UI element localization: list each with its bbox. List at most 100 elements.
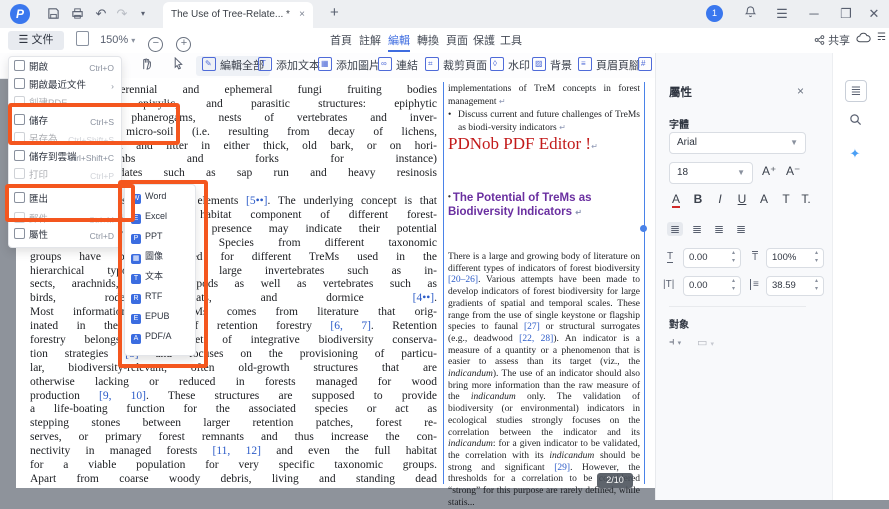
page-fit-icon[interactable] <box>76 31 89 46</box>
share-button[interactable]: 共享 <box>814 32 850 48</box>
word-spacing-input[interactable]: 0.00▴▾ <box>683 276 741 296</box>
bell-icon[interactable] <box>740 4 760 24</box>
document-line: hierarchical typology [3••]: large inver… <box>30 265 437 279</box>
print-icon[interactable] <box>68 5 86 23</box>
document-line: forestry belongs to a set of integrative… <box>30 334 437 348</box>
select-cursor-icon[interactable] <box>172 56 184 76</box>
underline-button[interactable]: U <box>733 192 751 206</box>
decrease-font-size-button[interactable]: A⁻ <box>786 164 800 178</box>
crop-icon: ⌗ <box>425 57 439 71</box>
document-line: inated in the context of retention fores… <box>30 320 437 334</box>
restore-window-icon[interactable]: ❐ <box>836 4 856 24</box>
page-number-badge: 2/10 <box>597 473 633 488</box>
print-file-icon <box>14 168 25 179</box>
properties-panel-icon[interactable]: ≣ <box>845 80 867 102</box>
inserted-watermark-text[interactable]: PDNob PDF Editor !↵ <box>448 134 598 154</box>
new-tab-button[interactable]: + <box>330 4 339 21</box>
tab-home[interactable]: 首頁 <box>330 32 352 48</box>
hamburger-menu-icon[interactable]: ☰ <box>772 4 792 24</box>
object-align-button[interactable]: ⫞ ▾ <box>669 336 681 349</box>
subscript-button[interactable]: T. <box>797 192 815 206</box>
properties-icon <box>14 228 25 239</box>
search-icon[interactable] <box>845 112 865 132</box>
menu-item-save-to-cloud[interactable]: 儲存到雲端Ctrl+Shift+C <box>14 150 114 166</box>
add-image-button[interactable]: ▦添加圖片 <box>318 56 380 76</box>
highlight-box-save <box>8 103 180 145</box>
menu-item-open[interactable]: 開啟Ctrl+O <box>14 60 114 76</box>
align-justify-button[interactable]: ≣ <box>733 222 749 236</box>
cloud-icon[interactable] <box>856 31 871 49</box>
document-right-column[interactable]: implementations of TreM concepts in fore… <box>448 84 640 135</box>
document-line: serves, or primary forest remnants and t… <box>30 431 437 445</box>
document-section-heading[interactable]: •The Potential of TreMs as Biodiversity … <box>448 190 648 220</box>
selection-handle[interactable] <box>640 225 647 232</box>
char-spacing-icon: T <box>667 251 673 263</box>
font-size-select[interactable]: 18▼ <box>669 162 753 184</box>
save-cloud-icon <box>14 150 25 161</box>
document-line: production [9, 10]. These structures are… <box>30 390 437 404</box>
watermark-button[interactable]: ◊水印 <box>490 56 530 76</box>
minimize-icon[interactable]: ─ <box>804 4 824 24</box>
text-anchor-dot: • <box>448 192 451 201</box>
document-line: Apart from coarse woody debris, living a… <box>30 473 437 487</box>
hand-tool-icon[interactable] <box>140 56 153 76</box>
pencil-icon: ✎ <box>202 57 216 71</box>
increase-font-size-button[interactable]: A⁺ <box>762 164 776 178</box>
font-color-button[interactable]: A <box>667 192 685 206</box>
italic-button[interactable]: I <box>711 192 729 206</box>
bold-button[interactable]: B <box>689 192 707 206</box>
menu-item-open-recent[interactable]: 開啟最近文件› <box>14 78 114 94</box>
menu-item-print[interactable]: 打印Ctrl+P <box>14 168 114 184</box>
horizontal-scale-input[interactable]: 100%▴▾ <box>766 248 824 268</box>
close-tab-icon[interactable]: × <box>299 2 305 28</box>
line-height-input[interactable]: 38.59▴▾ <box>766 276 824 296</box>
file-menu-button[interactable]: ☰ 文件 <box>8 31 64 50</box>
align-right-button[interactable]: ≣ <box>711 222 727 236</box>
zoom-out-icon[interactable]: − <box>148 37 163 52</box>
header-footer-button[interactable]: ≡頁眉頁腳 <box>578 56 640 76</box>
menu-item-properties[interactable]: 屬性Ctrl+D <box>14 228 114 244</box>
document-line: otherwise lacking or reduced in forests … <box>30 376 437 390</box>
tab-annotate[interactable]: 註解 <box>359 32 381 48</box>
zoom-controls: 150% ▾ − + <box>76 31 191 50</box>
close-panel-icon[interactable]: × <box>797 84 804 98</box>
add-image-icon: ▦ <box>318 57 332 71</box>
ai-sparkle-icon[interactable]: ✦ <box>845 144 865 164</box>
document-tab[interactable]: The Use of Tree-Relate... * × <box>163 2 313 28</box>
crop-page-button[interactable]: ⌗裁剪頁面 <box>425 56 487 76</box>
document-paragraph[interactable]: There is a large and growing body of lit… <box>448 252 640 509</box>
tab-protect[interactable]: 保護 <box>473 32 495 48</box>
highlight-box-export <box>5 184 135 222</box>
line-height-icon: ≡ <box>750 279 759 290</box>
font-family-select[interactable]: Arial▼ <box>669 132 806 154</box>
notification-badge[interactable]: 1 <box>706 5 723 22</box>
document-line: birds, rodents, bats, and dormice [4••]. <box>30 292 437 306</box>
highlight-text-button[interactable]: A <box>755 192 773 206</box>
collapse-toolbar-icon[interactable]: ☴ <box>877 32 886 43</box>
history-dropdown-icon[interactable]: ▾ <box>134 5 152 23</box>
bates-icon: # <box>638 57 652 71</box>
text-selection-left-border <box>443 82 444 484</box>
tab-title: The Use of Tree-Relate... * <box>171 9 290 20</box>
background-button[interactable]: ▨背景 <box>532 56 572 76</box>
tab-edit[interactable]: 編輯 <box>388 32 410 52</box>
link-button[interactable]: ∞連結 <box>378 56 418 76</box>
object-distribute-button[interactable]: ▭ ▾ <box>697 336 714 349</box>
word-spacing-icon: |T| <box>663 279 674 290</box>
tab-convert[interactable]: 轉換 <box>417 32 439 48</box>
undo-icon[interactable]: ↶ <box>92 5 110 23</box>
chevron-down-icon: ▼ <box>737 163 745 183</box>
close-window-icon[interactable]: ✕ <box>864 4 884 24</box>
zoom-level[interactable]: 150% <box>100 34 128 46</box>
zoom-dropdown-icon[interactable]: ▾ <box>131 36 135 45</box>
save-icon[interactable] <box>44 5 62 23</box>
superscript-button[interactable]: T <box>777 192 795 206</box>
align-center-button[interactable]: ≣ <box>689 222 705 236</box>
align-left-button[interactable]: ≣ <box>667 222 683 236</box>
redo-icon[interactable]: ↷ <box>113 5 131 23</box>
zoom-in-icon[interactable]: + <box>176 37 191 52</box>
char-spacing-input[interactable]: 0.00▴▾ <box>683 248 741 268</box>
tab-page[interactable]: 頁面 <box>446 32 468 48</box>
tab-tools[interactable]: 工具 <box>500 32 522 48</box>
add-text-button[interactable]: T添加文本 <box>258 56 320 76</box>
